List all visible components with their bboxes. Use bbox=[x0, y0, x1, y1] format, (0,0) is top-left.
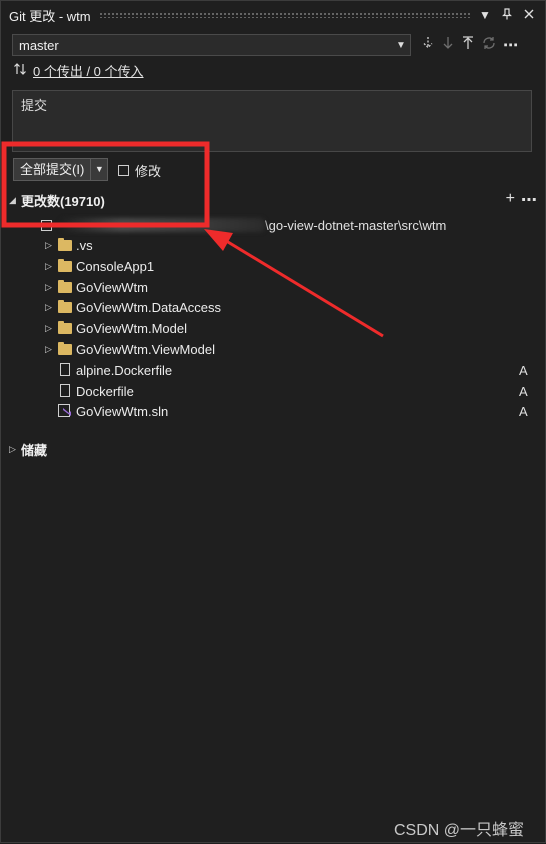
drag-grip[interactable] bbox=[98, 12, 471, 18]
commit-all-label[interactable]: 全部提交(I) bbox=[14, 159, 90, 180]
tree-item[interactable]: Dockerfile A bbox=[1, 381, 545, 401]
tree-item[interactable]: ▷ GoViewWtm bbox=[1, 277, 545, 297]
changes-section-header[interactable]: ◢ 更改数(19710) + ⋯ bbox=[9, 190, 537, 210]
title-bar: Git 更改 - wtm ▼ bbox=[1, 1, 545, 29]
git-changes-panel: Git 更改 - wtm ▼ master ▼ ⋯ 0 个传出 / 0 个传入 … bbox=[0, 0, 546, 843]
root-path: \go-view-dotnet-master\src\wtm bbox=[265, 217, 447, 233]
status-badge: A bbox=[519, 362, 528, 378]
branch-name: master bbox=[19, 37, 59, 53]
dropdown-icon[interactable]: ▼ bbox=[479, 8, 491, 23]
commit-message-box[interactable] bbox=[12, 90, 532, 152]
folder-icon bbox=[58, 238, 72, 251]
expand-triangle-icon[interactable]: ▷ bbox=[9, 444, 21, 455]
chevron-down-icon[interactable]: ▼ bbox=[392, 40, 410, 51]
folder-icon bbox=[58, 280, 72, 293]
changes-count: 更改数(19710) bbox=[21, 193, 105, 209]
tree-item-name: GoViewWtm.Model bbox=[76, 320, 188, 336]
panel-title: Git 更改 - wtm bbox=[9, 8, 91, 24]
branch-dropdown[interactable]: master ▼ bbox=[12, 34, 411, 56]
commit-options-dropdown-icon[interactable]: ▼ bbox=[90, 159, 107, 180]
tree-item[interactable]: ▷ GoViewWtm.ViewModel bbox=[1, 339, 545, 359]
tree-item-name: GoViewWtm.DataAccess bbox=[76, 299, 221, 315]
commit-all-button[interactable]: 全部提交(I) ▼ bbox=[13, 158, 109, 181]
close-icon[interactable] bbox=[523, 8, 535, 23]
repo-root-node[interactable]: \go-view-dotnet-master\src\wtm bbox=[41, 216, 531, 234]
pull-icon[interactable] bbox=[441, 35, 455, 55]
file-icon bbox=[58, 363, 72, 376]
stage-all-icon[interactable]: + bbox=[506, 190, 515, 210]
watermark: CSDN @一只蜂蜜 bbox=[394, 822, 525, 839]
tree-item-name: GoViewWtm bbox=[76, 279, 148, 295]
folder-icon bbox=[58, 300, 72, 313]
expand-triangle-icon[interactable]: ▷ bbox=[45, 282, 52, 293]
expand-triangle-icon[interactable]: ▷ bbox=[45, 344, 52, 355]
redacted-path bbox=[60, 218, 265, 232]
tree-item-name: ConsoleApp1 bbox=[76, 258, 155, 274]
expand-triangle-icon[interactable]: ▷ bbox=[45, 323, 52, 334]
expand-triangle-icon[interactable]: ▷ bbox=[45, 240, 52, 251]
tree-item-name: alpine.Dockerfile bbox=[76, 362, 173, 378]
stashes-section-header[interactable]: ▷ 储藏 bbox=[9, 440, 47, 458]
tree-item-name: Dockerfile bbox=[76, 383, 134, 399]
tree-item[interactable]: alpine.Dockerfile A bbox=[1, 360, 545, 380]
commit-message-input[interactable] bbox=[13, 91, 531, 151]
folder-icon bbox=[58, 342, 72, 355]
push-icon[interactable] bbox=[461, 35, 475, 55]
annotation-highlight-box bbox=[1, 141, 210, 228]
tree-item[interactable]: ▷ GoViewWtm.Model bbox=[1, 318, 545, 338]
status-badge: A bbox=[519, 403, 528, 419]
tree-item-name: .vs bbox=[76, 237, 93, 253]
collapse-triangle-icon[interactable]: ◢ bbox=[9, 195, 21, 206]
tree-item-name: GoViewWtm.ViewModel bbox=[76, 341, 215, 357]
folder-icon bbox=[58, 321, 72, 334]
checkbox-icon[interactable] bbox=[118, 165, 129, 176]
tree-item[interactable]: ▷ GoViewWtm.DataAccess bbox=[1, 297, 545, 317]
expand-triangle-icon[interactable]: ▷ bbox=[45, 302, 52, 313]
solution-file-icon bbox=[58, 404, 72, 417]
more-icon[interactable]: ⋯ bbox=[521, 190, 537, 210]
status-badge: A bbox=[519, 383, 528, 399]
tree-item[interactable]: GoViewWtm.sln A bbox=[1, 401, 545, 421]
expand-triangle-icon[interactable]: ▷ bbox=[45, 261, 52, 272]
outgoing-incoming-link[interactable]: 0 个传出 / 0 个传入 bbox=[33, 61, 144, 80]
root-checkbox-icon[interactable] bbox=[41, 219, 52, 231]
pin-icon[interactable] bbox=[501, 7, 513, 23]
up-down-arrows-icon bbox=[13, 62, 27, 79]
file-icon bbox=[58, 384, 72, 397]
sync-status: 0 个传出 / 0 个传入 bbox=[13, 61, 144, 79]
sync-icon[interactable] bbox=[481, 35, 497, 55]
tree-item-name: GoViewWtm.sln bbox=[76, 403, 169, 419]
tree-item[interactable]: ▷ ConsoleApp1 bbox=[1, 256, 545, 276]
more-icon[interactable]: ⋯ bbox=[503, 36, 518, 54]
fetch-icon[interactable] bbox=[421, 35, 435, 55]
tree-item[interactable]: ▷ .vs bbox=[1, 235, 545, 255]
folder-icon bbox=[58, 259, 72, 272]
stashes-label: 储藏 bbox=[21, 442, 48, 458]
amend-label[interactable]: 修改 bbox=[135, 161, 161, 180]
amend-checkbox[interactable]: 修改 bbox=[118, 161, 161, 180]
